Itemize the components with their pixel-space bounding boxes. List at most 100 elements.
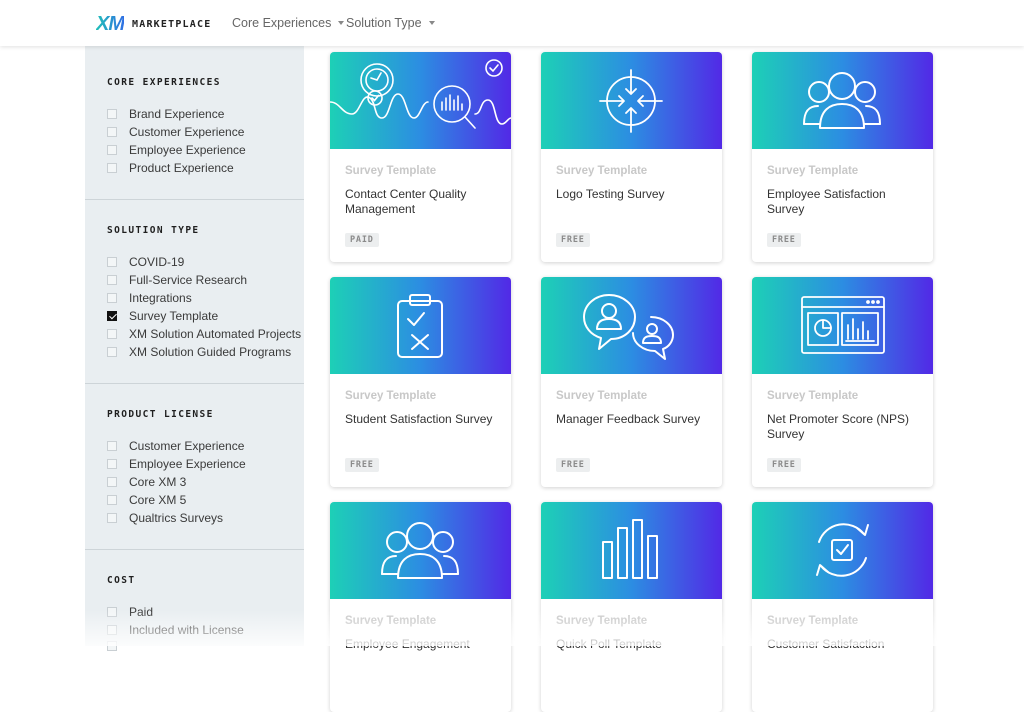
card-type-label: Survey Template bbox=[556, 390, 648, 402]
card-type-label: Survey Template bbox=[767, 390, 859, 402]
template-card[interactable]: Survey Template Customer Satisfaction bbox=[752, 502, 933, 712]
card-type-label: Survey Template bbox=[345, 165, 437, 177]
logo-text: MARKETPLACE bbox=[132, 19, 212, 30]
checkbox[interactable] bbox=[107, 257, 117, 267]
top-navigation-bar: XM MARKETPLACE Core Experiences Solution… bbox=[0, 0, 1024, 46]
checkbox[interactable] bbox=[107, 441, 117, 451]
checkbox[interactable] bbox=[107, 459, 117, 469]
card-title[interactable]: Net Promoter Score (NPS) Survey bbox=[767, 412, 922, 442]
filter-option-label: XM Solution Automated Projects bbox=[129, 327, 302, 341]
filter-option-brand-experience[interactable]: Brand Experience bbox=[107, 107, 224, 121]
card-type-label: Survey Template bbox=[767, 615, 859, 627]
filter-option-product-experience[interactable]: Product Experience bbox=[107, 161, 234, 175]
checkbox[interactable] bbox=[107, 607, 117, 617]
refresh-check-icon bbox=[816, 523, 869, 577]
price-badge: FREE bbox=[345, 458, 379, 472]
checkbox[interactable] bbox=[107, 163, 117, 173]
template-card[interactable]: Survey Template Quick Poll Template bbox=[541, 502, 722, 712]
filter-option-xm-automated-projects[interactable]: XM Solution Automated Projects bbox=[107, 327, 301, 341]
card-title[interactable]: Manager Feedback Survey bbox=[556, 412, 711, 427]
checkbox[interactable] bbox=[107, 641, 117, 651]
checkbox[interactable] bbox=[107, 127, 117, 137]
template-card[interactable]: Survey Template Student Satisfaction Sur… bbox=[330, 277, 511, 487]
section-divider bbox=[85, 549, 304, 550]
template-card[interactable]: Survey Template Net Promoter Score (NPS)… bbox=[752, 277, 933, 487]
filter-option-core-xm-5[interactable]: Core XM 5 bbox=[107, 493, 186, 507]
filter-section-title: CORE EXPERIENCES bbox=[107, 77, 221, 88]
checkbox[interactable] bbox=[107, 275, 117, 285]
dashboard-window-icon bbox=[801, 296, 885, 354]
filter-option-included-with-license[interactable]: Included with License bbox=[107, 623, 244, 637]
card-hero bbox=[541, 277, 722, 374]
filter-option-license-employee-experience[interactable]: Employee Experience bbox=[107, 457, 246, 471]
card-title[interactable]: Employee Engagement bbox=[345, 637, 500, 652]
card-type-label: Survey Template bbox=[767, 165, 859, 177]
nav-core-experiences-label: Core Experiences bbox=[232, 16, 332, 30]
xm-logo-mark: XM bbox=[96, 13, 125, 35]
template-card[interactable]: Survey Template Employee Satisfaction Su… bbox=[752, 52, 933, 262]
section-divider bbox=[85, 199, 304, 200]
template-card[interactable]: Survey Template Manager Feedback Survey … bbox=[541, 277, 722, 487]
filter-option-full-service-research[interactable]: Full-Service Research bbox=[107, 273, 247, 287]
filter-option-paid[interactable]: Paid bbox=[107, 605, 153, 619]
filter-option-label: Paid bbox=[129, 605, 154, 619]
card-hero bbox=[752, 277, 933, 374]
filter-option-covid-19[interactable]: COVID-19 bbox=[107, 255, 184, 269]
checkbox[interactable] bbox=[107, 347, 117, 357]
card-title[interactable]: Employee Satisfaction Survey bbox=[767, 187, 922, 217]
card-hero bbox=[330, 277, 511, 374]
template-card[interactable]: Survey Template Logo Testing Survey FREE bbox=[541, 52, 722, 262]
checkbox[interactable] bbox=[107, 329, 117, 339]
filter-section-title: COST bbox=[107, 575, 136, 586]
card-title[interactable]: Student Satisfaction Survey bbox=[345, 412, 500, 427]
template-card[interactable]: Survey Template Employee Engagement bbox=[330, 502, 511, 712]
checkbox-checked[interactable] bbox=[107, 311, 117, 321]
card-title[interactable]: Logo Testing Survey bbox=[556, 187, 711, 202]
filter-section-title: PRODUCT LICENSE bbox=[107, 409, 214, 420]
filter-option-label: Integrations bbox=[129, 291, 192, 305]
filter-option-license-customer-experience[interactable]: Customer Experience bbox=[107, 439, 244, 453]
nav-solution-type[interactable]: Solution Type bbox=[346, 16, 435, 30]
filter-option-free[interactable] bbox=[107, 641, 129, 651]
filter-option-label: Core XM 5 bbox=[129, 493, 187, 507]
card-title[interactable]: Quick Poll Template bbox=[556, 637, 711, 652]
checkbox[interactable] bbox=[107, 495, 117, 505]
filter-option-survey-template[interactable]: Survey Template bbox=[107, 309, 218, 323]
checkbox[interactable] bbox=[107, 513, 117, 523]
checkbox[interactable] bbox=[107, 293, 117, 303]
filter-option-label: Employee Experience bbox=[129, 457, 246, 471]
card-title[interactable]: Customer Satisfaction bbox=[767, 637, 922, 652]
card-type-label: Survey Template bbox=[345, 615, 437, 627]
checkbox[interactable] bbox=[107, 109, 117, 119]
card-hero bbox=[752, 502, 933, 599]
filter-option-customer-experience[interactable]: Customer Experience bbox=[107, 125, 244, 139]
people-group-icon bbox=[381, 522, 459, 579]
checkbox[interactable] bbox=[107, 145, 117, 155]
price-badge: FREE bbox=[767, 233, 801, 247]
filter-option-qualtrics-surveys[interactable]: Qualtrics Surveys bbox=[107, 511, 223, 525]
card-hero bbox=[330, 52, 511, 149]
checkbox[interactable] bbox=[107, 477, 117, 487]
filter-option-label: XM Solution Guided Programs bbox=[129, 345, 292, 359]
card-type-label: Survey Template bbox=[345, 390, 437, 402]
filter-option-core-xm-3[interactable]: Core XM 3 bbox=[107, 475, 186, 489]
nav-solution-type-label: Solution Type bbox=[346, 16, 422, 30]
filter-option-label: Qualtrics Surveys bbox=[129, 511, 224, 525]
filter-option-integrations[interactable]: Integrations bbox=[107, 291, 192, 305]
filter-option-label: Included with License bbox=[129, 623, 244, 637]
card-hero bbox=[752, 52, 933, 149]
filter-option-label: Survey Template bbox=[129, 309, 219, 323]
nav-core-experiences[interactable]: Core Experiences bbox=[232, 16, 345, 30]
marketplace-logo[interactable]: XM MARKETPLACE bbox=[96, 13, 211, 36]
filter-option-label: Customer Experience bbox=[129, 125, 245, 139]
gauge-magnifier-icon bbox=[330, 59, 511, 129]
checkbox[interactable] bbox=[107, 625, 117, 635]
filter-option-label: COVID-19 bbox=[129, 255, 185, 269]
clipboard-checklist-icon bbox=[397, 294, 443, 358]
card-title[interactable]: Contact Center Quality Management bbox=[345, 187, 500, 217]
filter-option-employee-experience[interactable]: Employee Experience bbox=[107, 143, 246, 157]
filter-option-xm-guided-programs[interactable]: XM Solution Guided Programs bbox=[107, 345, 291, 359]
template-card[interactable]: Survey Template Contact Center Quality M… bbox=[330, 52, 511, 262]
people-group-icon bbox=[803, 72, 881, 129]
card-hero bbox=[330, 502, 511, 599]
